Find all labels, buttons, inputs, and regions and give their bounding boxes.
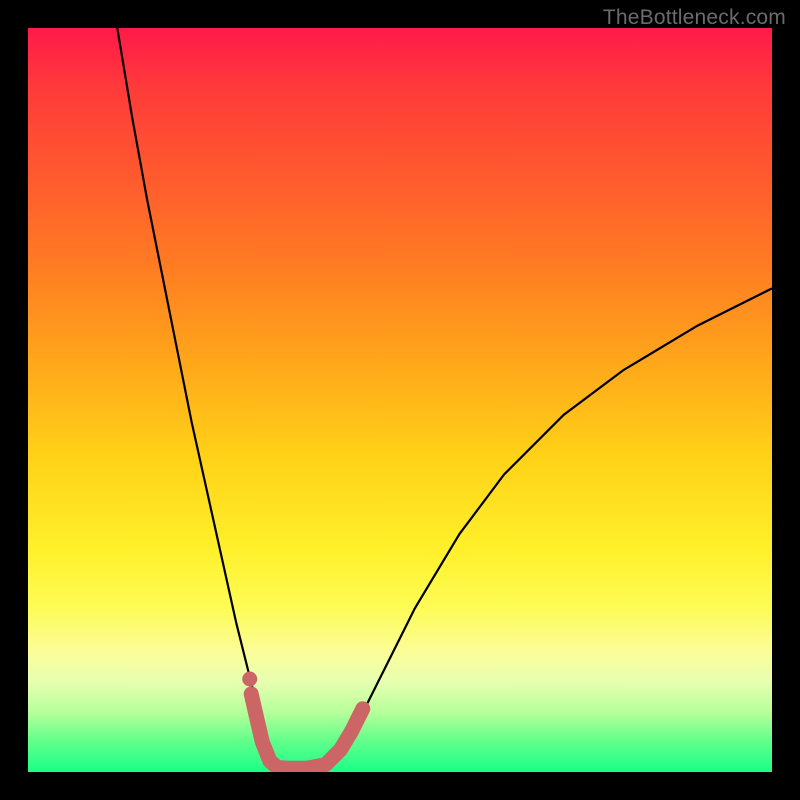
watermark-text: TheBottleneck.com [603, 6, 786, 30]
plot-area [28, 28, 772, 772]
chart-frame: TheBottleneck.com [0, 0, 800, 800]
highlight-dot [242, 672, 257, 687]
bottleneck-curve [117, 28, 772, 768]
curve-svg [28, 28, 772, 772]
highlight-segment [251, 694, 363, 768]
